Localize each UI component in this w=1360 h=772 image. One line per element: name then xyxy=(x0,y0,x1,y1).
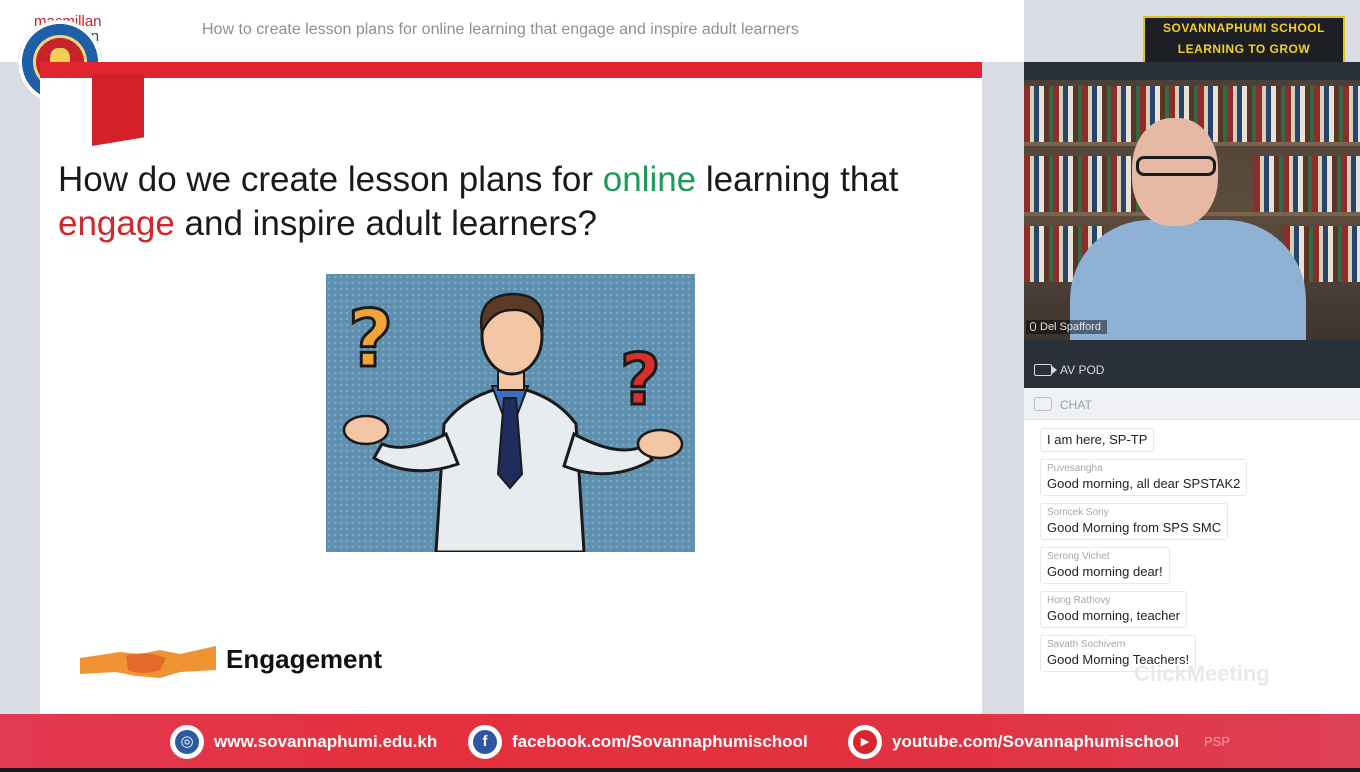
chat-message-text: Good morning, all dear SPSTAK2 xyxy=(1047,476,1241,491)
engagement-label: Engagement xyxy=(226,644,383,674)
brand-tagline: LEARNING TO GROW xyxy=(1177,42,1311,56)
av-pod-header[interactable]: AV POD xyxy=(1024,352,1360,388)
chat-message-text: Good Morning from SPS SMC xyxy=(1047,520,1222,535)
chat-message: I am here, SP-TP xyxy=(1040,428,1155,452)
footer-banner: ◎ www.sovannaphumi.edu.kh f facebook.com… xyxy=(0,714,1360,772)
brand-school-name: SOVANNAPHUMI SCHOOL xyxy=(1163,21,1325,35)
heading-part-1: How do we create lesson plans for xyxy=(58,160,603,199)
chat-header[interactable]: CHAT xyxy=(1024,388,1360,420)
chat-message-sender: Somcek Sony xyxy=(1047,507,1109,518)
slide-header-bar xyxy=(40,62,982,78)
chat-message: Puvesangha Good morning, all dear SPSTAK… xyxy=(1040,459,1248,496)
bookshelf-row-2-right xyxy=(1254,156,1360,212)
participant-name: Del Spafford xyxy=(1040,321,1101,333)
presentation-slide: How do we create lesson plans for online… xyxy=(40,62,982,714)
camera-icon xyxy=(1034,364,1057,376)
chat-message: Somcek Sony Good Morning from SPS SMC xyxy=(1040,503,1229,540)
slide-bookmark-decoration xyxy=(92,74,144,146)
heading-engage-word: engage xyxy=(58,204,175,243)
chat-message-text: Good morning dear! xyxy=(1047,564,1163,579)
chat-panel: CHAT I am here, SP-TP Puvesangha Good mo… xyxy=(1024,388,1360,714)
heading-online-word: online xyxy=(602,160,697,199)
session-title: How to create lesson plans for online le… xyxy=(202,21,799,38)
chat-label: CHAT xyxy=(1060,398,1092,412)
youtube-link[interactable]: youtube.com/Sovannaphumischool xyxy=(892,732,1179,752)
chat-message-text: Good morning, teacher xyxy=(1047,608,1180,623)
heading-part-2: learning that xyxy=(696,160,899,199)
heading-part-3: and inspire adult learners? xyxy=(174,204,598,243)
bookshelf-row-2-left xyxy=(1024,156,1144,212)
footer-bottom-strip xyxy=(0,768,1360,772)
handshake-icon xyxy=(80,646,216,678)
chat-bubble-icon xyxy=(1034,397,1052,411)
website-link[interactable]: www.sovannaphumi.edu.kh xyxy=(214,732,437,752)
facebook-icon: f xyxy=(468,725,502,759)
chat-message-sender: Savath Sochivern xyxy=(1047,639,1126,650)
facebook-link[interactable]: facebook.com/Sovannaphumischool xyxy=(512,732,808,752)
presenter-video-tile[interactable]: Del Spafford xyxy=(1024,80,1360,340)
top-bar: macmillan education How to create lesson… xyxy=(0,0,1024,62)
chat-message: Serong Vichet Good morning dear! xyxy=(1040,547,1170,584)
footer-faded-tag: PSP xyxy=(1204,734,1231,749)
clickmeeting-watermark: ClickMeeting xyxy=(1134,661,1270,686)
chat-message-sender: Hong Rathovy xyxy=(1047,595,1111,606)
slide-heading: How do we create lesson plans for online… xyxy=(58,158,978,246)
av-pod-label: AV POD xyxy=(1060,363,1105,377)
presenter-glasses xyxy=(1136,156,1216,176)
chat-message-list: I am here, SP-TP Puvesangha Good morning… xyxy=(1040,428,1360,679)
microphone-icon xyxy=(1030,322,1036,331)
right-sidebar: Del Spafford AV POD CHAT I am here, SP-T… xyxy=(1024,62,1360,714)
chat-message-sender: Puvesangha xyxy=(1047,463,1103,474)
chat-message-sender: Serong Vichet xyxy=(1047,551,1110,562)
youtube-icon: ▶ xyxy=(848,725,882,759)
svg-text:?: ? xyxy=(348,295,393,385)
chat-message-text: I am here, SP-TP xyxy=(1047,432,1148,447)
participant-name-label: Del Spafford xyxy=(1026,320,1107,334)
confused-man-illustration: ? ? xyxy=(326,274,695,552)
globe-icon: ◎ xyxy=(170,725,204,759)
svg-text:?: ? xyxy=(620,339,661,421)
chat-message: Hong Rathovy Good morning, teacher xyxy=(1040,591,1187,628)
